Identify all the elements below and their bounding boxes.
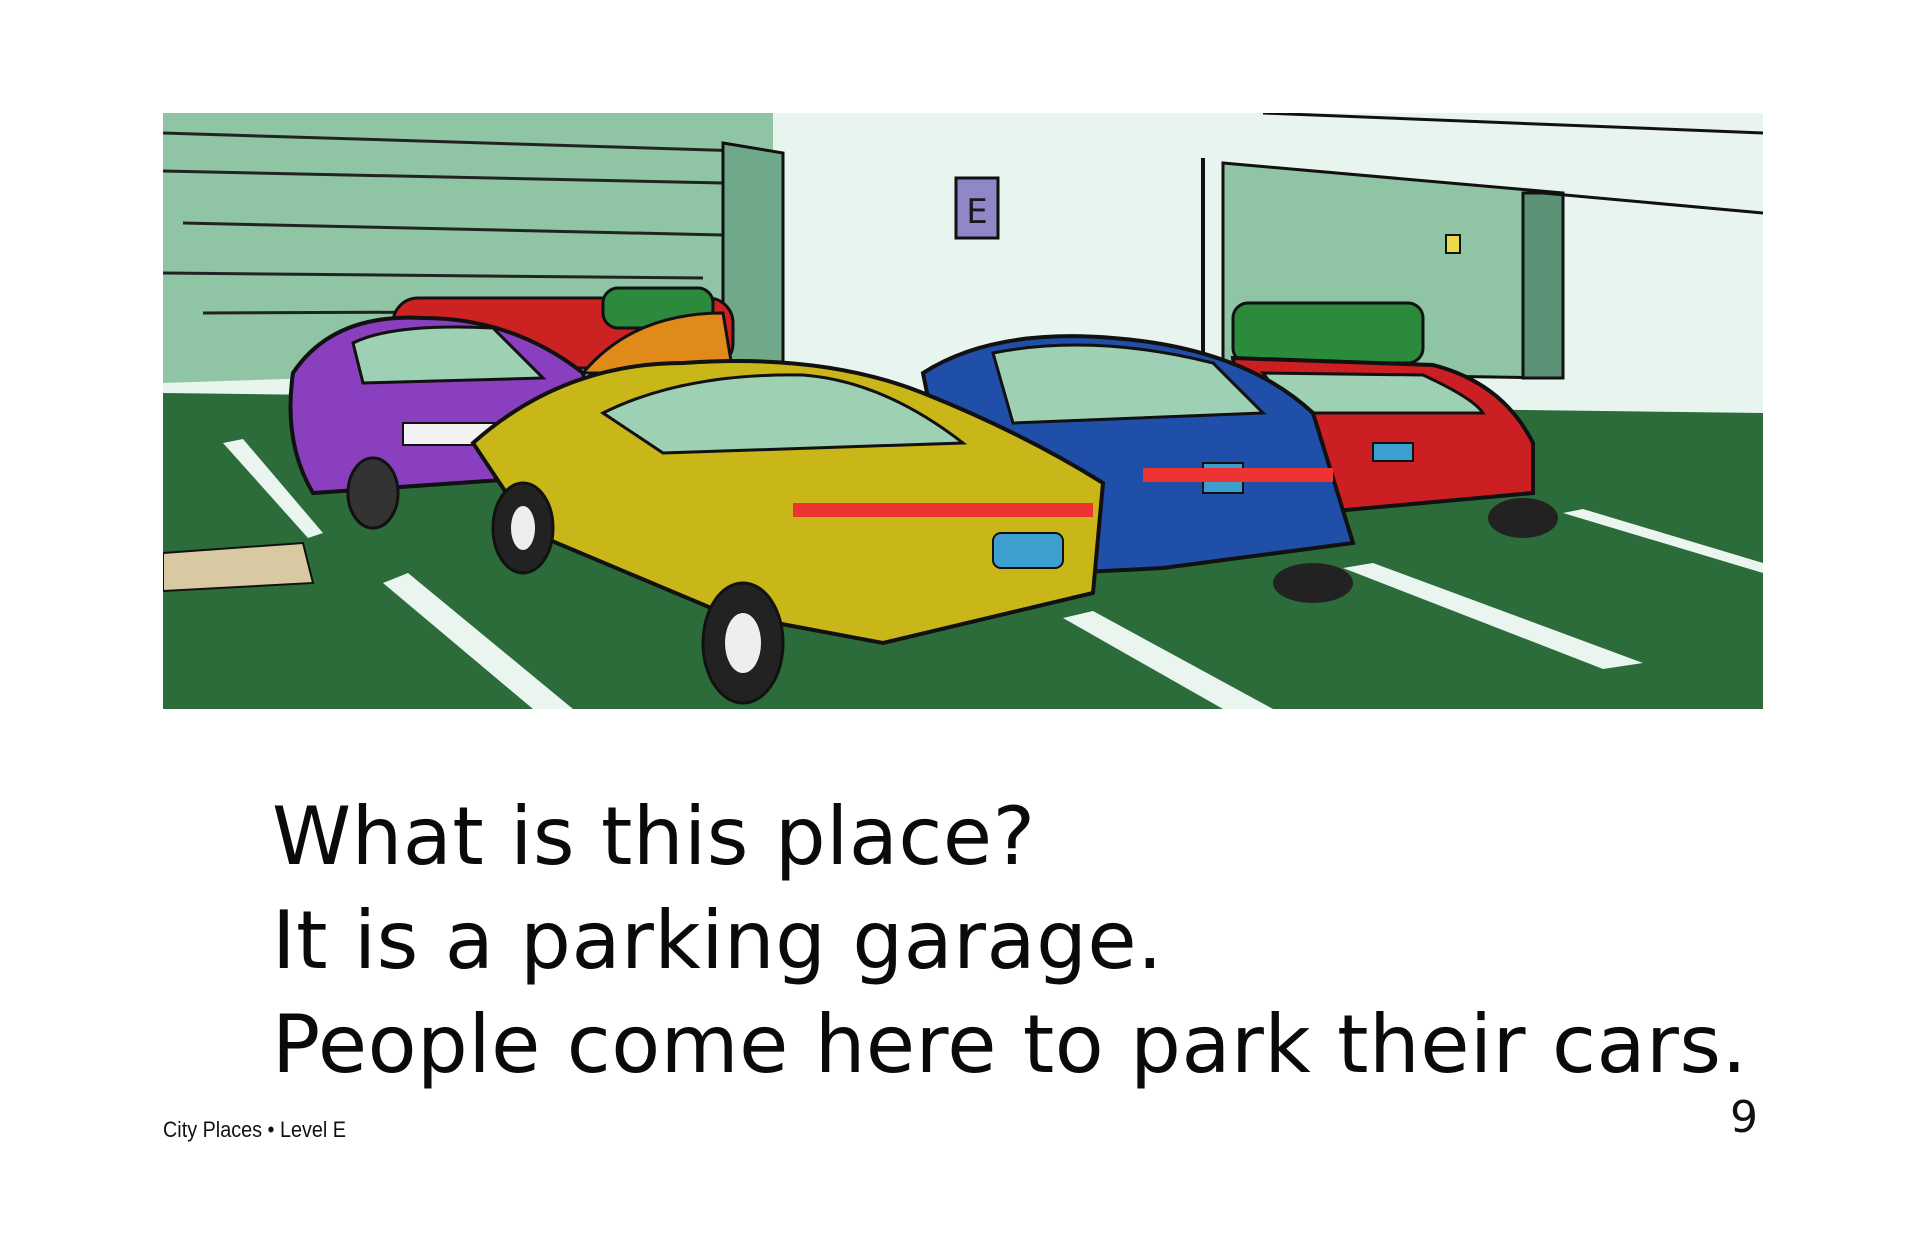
story-line-2: It is a parking garage. [272,894,1163,987]
parking-garage-illustration: E [163,113,1763,709]
book-title-footer: City Places • Level E [163,1117,347,1142]
story-text: What is this place? It is a parking gara… [272,785,1772,1097]
level-sign-letter: E [966,192,987,232]
page-number: 9 [1730,1092,1758,1143]
story-line-1: What is this place? [272,790,1036,883]
story-line-3: People come here to park their cars. [272,998,1748,1091]
